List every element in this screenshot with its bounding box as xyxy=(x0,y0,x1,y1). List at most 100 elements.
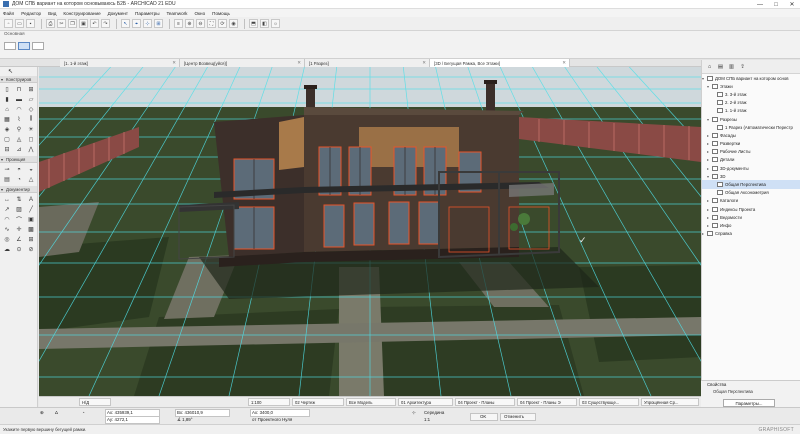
level-dimension-tool-icon[interactable]: ⇅ xyxy=(14,195,24,204)
layers-icon[interactable]: ≡ xyxy=(174,19,183,28)
tree-root[interactable]: ▾ ДОМ СПБ вариант на котором основ xyxy=(702,74,800,82)
model-view-selector[interactable]: Все Модель xyxy=(346,398,396,406)
menu-options[interactable]: Параметры xyxy=(135,11,160,16)
render-icon[interactable]: ☼ xyxy=(271,19,280,28)
tab-3d-view[interactable]: [3D / Бегущая Рамка, Все Этажи] ✕ xyxy=(430,59,570,67)
menu-edit[interactable]: Редактор xyxy=(21,11,41,16)
skylight-tool-icon[interactable]: ◇ xyxy=(26,105,36,114)
snap-divider[interactable]: 1:1 xyxy=(424,417,430,422)
layer-combination-selector[interactable]: 02 Чертеж xyxy=(292,398,344,406)
close-tab-icon[interactable]: ✕ xyxy=(422,60,426,66)
stair-alt-tool-icon[interactable]: ⊿ xyxy=(14,145,24,154)
paste-icon[interactable]: ▣ xyxy=(79,19,88,28)
tree-item-info[interactable]: ▸ Инфо xyxy=(702,221,800,229)
menu-document[interactable]: Документ xyxy=(108,11,128,16)
hotspot-tool-icon[interactable]: ✛ xyxy=(14,225,24,234)
scale-selector[interactable]: 1:100 xyxy=(248,398,290,406)
new-file-icon[interactable]: ▫ xyxy=(4,19,13,28)
railing-tool-icon[interactable]: ⫼ xyxy=(26,115,36,124)
worksheet-tool-icon[interactable]: ▤ xyxy=(2,175,12,184)
grid-snap-icon[interactable]: ⊞ xyxy=(154,19,163,28)
tree-item-help[interactable]: ▸ Справка xyxy=(702,230,800,238)
beam-tool-icon[interactable]: ▬ xyxy=(14,95,24,104)
truss-tool-icon[interactable]: ⋀ xyxy=(26,145,36,154)
undo-icon[interactable]: ↶ xyxy=(90,19,99,28)
shell-tool-icon[interactable]: ◠ xyxy=(14,105,24,114)
toolbox-section-document[interactable]: Документир xyxy=(0,186,37,193)
tree-item-sections[interactable]: ▾ Разрезы xyxy=(702,115,800,123)
tab-floor-plan[interactable]: [1. 1-й этаж] ✕ xyxy=(60,59,180,67)
section-tool-icon[interactable]: ⊸ xyxy=(2,165,12,174)
change-tool-icon[interactable]: △ xyxy=(26,175,36,184)
3d-view-icon[interactable]: ⬒ xyxy=(249,19,258,28)
minimize-button[interactable]: — xyxy=(752,0,768,9)
tree-item-stories[interactable]: ▾ Этажи xyxy=(702,82,800,90)
copy-icon[interactable]: ❐ xyxy=(68,19,77,28)
view-map-icon[interactable]: ▤ xyxy=(716,62,725,71)
mvo-selector[interactable]: 04 Проект - Планы xyxy=(455,398,515,406)
elevation-tool-icon[interactable]: ◓ xyxy=(14,165,24,174)
door-tool-icon[interactable]: ⊓ xyxy=(14,85,24,94)
polyline-tool-icon[interactable]: ⌒ xyxy=(14,215,24,224)
guide-lines-icon[interactable]: ⊹ xyxy=(143,19,152,28)
cut-icon[interactable]: ✂ xyxy=(57,19,66,28)
marker-tool-icon[interactable]: ⊙ xyxy=(14,245,24,254)
revision-cloud-tool-icon[interactable]: ☁ xyxy=(2,245,12,254)
snap-icon[interactable]: ⌖ xyxy=(132,19,141,28)
graphic-override-selector[interactable]: 04 Проект - Планы Э xyxy=(517,398,577,406)
arrow-select-icon[interactable]: ↖ xyxy=(121,19,130,28)
radial-dimension-tool-icon[interactable]: ◎ xyxy=(2,235,12,244)
text-tool-icon[interactable]: A xyxy=(26,195,36,204)
redo-icon[interactable]: ↷ xyxy=(101,19,110,28)
section-marker-tool-icon[interactable]: ⊘ xyxy=(26,245,36,254)
angle-dimension-tool-icon[interactable]: ∠ xyxy=(14,235,24,244)
zone-tool-icon[interactable]: ▢ xyxy=(2,135,12,144)
menu-window[interactable]: Окно xyxy=(194,11,205,16)
fix-icon[interactable]: ⊕ xyxy=(40,410,44,416)
drawing-tool-icon[interactable]: ▣ xyxy=(26,215,36,224)
settings-button[interactable]: Параметры... xyxy=(723,399,775,407)
geometry-method-option[interactable] xyxy=(32,42,44,50)
tree-item-story-2[interactable]: 2. 2-й этаж xyxy=(702,99,800,107)
tree-item-3d[interactable]: ▾ 3D xyxy=(702,172,800,180)
wall-tool-icon[interactable]: ▯ xyxy=(2,85,12,94)
snap-point-icon[interactable]: ⊹ xyxy=(412,410,416,416)
slab-tool-icon[interactable]: ▱ xyxy=(26,95,36,104)
tree-item-story-3[interactable]: 3. 3-й этаж xyxy=(702,90,800,98)
save-icon[interactable]: ▪ xyxy=(26,19,35,28)
print-icon[interactable]: ⎙ xyxy=(46,19,55,28)
tree-item-schedules[interactable]: ▸ Ведомости xyxy=(702,213,800,221)
lamp-tool-icon[interactable]: ☀ xyxy=(26,125,36,134)
mesh-tool-icon[interactable]: ◬ xyxy=(14,135,24,144)
structure-display-selector[interactable]: Упрощённая Ср... xyxy=(641,398,699,406)
toolbox-section-viewpoint[interactable]: Проекция xyxy=(0,156,37,163)
curtain-wall-tool-icon[interactable]: ▦ xyxy=(2,115,12,124)
maximize-button[interactable]: □ xyxy=(768,0,784,9)
grid-tool-icon[interactable]: ⊞ xyxy=(26,235,36,244)
toolbox-section-design[interactable]: Конструиров xyxy=(0,76,37,83)
detail-tool-icon[interactable]: ◔ xyxy=(14,175,24,184)
tree-item-generic-axonometry[interactable]: Общая Аксонометрия xyxy=(702,189,800,197)
section-icon[interactable]: ◧ xyxy=(260,19,269,28)
pen-set-selector[interactable]: 01 Архитектура xyxy=(398,398,453,406)
zoom-in-icon[interactable]: ⊕ xyxy=(185,19,194,28)
menu-file[interactable]: Файл xyxy=(3,11,14,16)
properties-header[interactable]: Свойства xyxy=(701,381,800,388)
fit-window-icon[interactable]: ⛶ xyxy=(207,19,216,28)
tab-worksheet[interactable]: [Центр Возвещ(уйся)] ✕ xyxy=(180,59,305,67)
tab-section[interactable]: [1 Разрез] ✕ xyxy=(305,59,430,67)
close-tab-icon[interactable]: ✕ xyxy=(297,60,301,66)
tree-item-project-indexes[interactable]: ▸ Индексы Проекта xyxy=(702,205,800,213)
tree-item-generic-perspective[interactable]: Общая Перспектива xyxy=(702,180,800,189)
stair-tool-icon[interactable]: ⌇ xyxy=(14,115,24,124)
tree-item-elevations[interactable]: ▸ Фасады xyxy=(702,131,800,139)
spline-tool-icon[interactable]: ∿ xyxy=(2,225,12,234)
explore-icon[interactable]: ◉ xyxy=(229,19,238,28)
arc-tool-icon[interactable]: ◠ xyxy=(2,215,12,224)
project-map-icon[interactable]: ⌂ xyxy=(705,62,714,71)
label-tool-icon[interactable]: ↗ xyxy=(2,205,12,214)
tree-item-details[interactable]: ▸ Детали xyxy=(702,156,800,164)
3d-viewport[interactable]: ✓ xyxy=(39,67,701,396)
layout-book-icon[interactable]: ▥ xyxy=(727,62,736,71)
menu-view[interactable]: Вид xyxy=(48,11,56,16)
